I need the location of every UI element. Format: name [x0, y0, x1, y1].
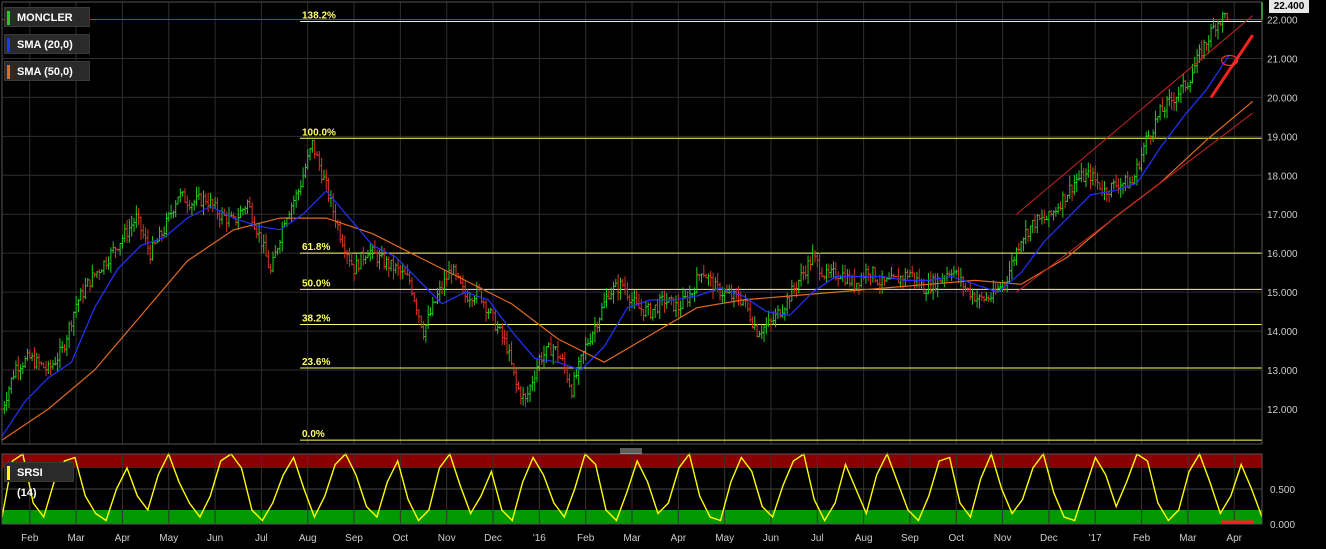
fib-level-label: 50.0%: [302, 278, 330, 289]
time-tick-label: Apr: [115, 533, 131, 544]
legend-swatch-sma20: [7, 38, 10, 52]
fib-level-label: 0.0%: [302, 429, 325, 440]
legend-label-sma20: SMA (20,0): [17, 39, 73, 51]
legend-swatch-price: [7, 11, 10, 25]
time-tick-label: '17: [1089, 533, 1102, 544]
time-tick-label: Feb: [577, 533, 595, 544]
time-tick-label: Mar: [68, 533, 86, 544]
time-tick-label: Jul: [811, 533, 824, 544]
price-tick-label: 22.000: [1267, 16, 1298, 27]
time-tick-label: Dec: [484, 533, 502, 544]
price-tick-label: 16.000: [1267, 249, 1298, 260]
price-tick-label: 20.000: [1267, 93, 1298, 104]
price-tick-label: 15.000: [1267, 288, 1298, 299]
legend-label-sma50: SMA (50,0): [17, 66, 73, 78]
time-tick-label: Mar: [623, 533, 641, 544]
time-tick-label: '16: [533, 533, 546, 544]
time-tick-label: Dec: [1040, 533, 1058, 544]
legend-swatch-srsi: [7, 466, 10, 480]
time-tick-label: Aug: [299, 533, 317, 544]
price-tick-label: 17.000: [1267, 210, 1298, 221]
channel-lower-line: [1016, 112, 1254, 293]
time-tick-label: Jun: [763, 533, 779, 544]
srsi-tick-label: 0.000: [1270, 520, 1295, 531]
trend-arrow-line: [1209, 34, 1254, 99]
price-tick-label: 21.000: [1267, 54, 1298, 65]
time-tick-label: Apr: [671, 533, 687, 544]
time-tick-label: Oct: [393, 533, 409, 544]
time-tick-label: Sep: [901, 533, 919, 544]
price-tick-label: 19.000: [1267, 132, 1298, 143]
fib-level-label: 23.6%: [302, 357, 330, 368]
time-tick-label: May: [715, 533, 734, 544]
price-bars: [0, 11, 1229, 415]
legend-label-price: MONCLER: [17, 12, 73, 24]
srsi-tick-label: 0.500: [1270, 485, 1295, 496]
legend-sma20[interactable]: SMA (20,0): [4, 34, 90, 54]
pane-splitter-handle[interactable]: [620, 448, 642, 454]
time-tick-label: Apr: [1226, 533, 1242, 544]
price-chart[interactable]: 12.000 13.000 14.000 15.000 16.000 17.000 18.0…: [0, 0, 1326, 549]
fib-level-label: 38.2%: [302, 313, 330, 324]
fib-level-label: 61.8%: [302, 242, 330, 253]
time-tick-label: Mar: [1179, 533, 1197, 544]
time-tick-label: Jun: [207, 533, 223, 544]
time-tick-label: Oct: [948, 533, 964, 544]
price-tick-label: 12.000: [1267, 405, 1298, 416]
price-tick-label: 14.000: [1267, 327, 1298, 338]
legend-srsi[interactable]: SRSI (14): [4, 462, 74, 499]
sma20-line: [1, 54, 1231, 437]
time-tick-label: Nov: [438, 533, 456, 544]
price-tick-label: 13.000: [1267, 366, 1298, 377]
time-tick-label: Aug: [855, 533, 873, 544]
last-price-tag: 22.400: [1269, 0, 1309, 13]
time-tick-label: Feb: [1133, 533, 1151, 544]
time-tick-label: May: [159, 533, 178, 544]
time-tick-label: Sep: [345, 533, 363, 544]
legend-sma50[interactable]: SMA (50,0): [4, 61, 90, 81]
time-tick-label: Nov: [994, 533, 1012, 544]
sma50-line: [1, 100, 1254, 441]
legend-moncler[interactable]: MONCLER: [4, 7, 90, 27]
time-tick-label: Jul: [255, 533, 268, 544]
price-tick-label: 18.000: [1267, 171, 1298, 182]
legend-swatch-sma50: [7, 65, 10, 79]
time-tick-label: Feb: [21, 533, 39, 544]
fib-level-label: 100.0%: [302, 127, 336, 138]
